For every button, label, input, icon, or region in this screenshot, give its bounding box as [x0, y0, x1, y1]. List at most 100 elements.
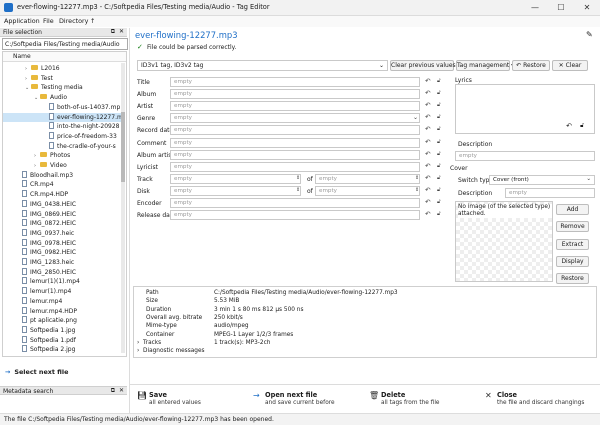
restore-icon[interactable]: ↶ [566, 122, 572, 130]
tree-item[interactable]: lemur(1)(1).mp4 [3, 277, 121, 286]
tree-item[interactable]: into-the-night-20928 [3, 122, 121, 131]
tree-item[interactable]: Softpedia 1.pdf [3, 335, 121, 345]
cover-display-button[interactable]: Display [556, 255, 589, 267]
tree-item[interactable]: ⌄ Audio [3, 93, 121, 102]
cover-restore-button[interactable]: Restore [556, 273, 589, 285]
lyricist-input[interactable]: empty [170, 161, 420, 172]
restore-icon[interactable]: ↶ [425, 150, 430, 158]
chevron-right-icon[interactable]: › [137, 340, 139, 346]
cover-extract-button[interactable]: Extract [556, 238, 589, 250]
file-tree[interactable]: Name › L2016 › Test ⌄ Testing media ⌄ Audio both… [2, 51, 127, 357]
lock-icon[interactable]: 🔓︎ [437, 211, 441, 218]
menu-application[interactable]: Application [4, 17, 40, 25]
edit-pencil-icon[interactable]: ✎ [586, 30, 593, 39]
record-date-input[interactable]: empty [170, 125, 420, 136]
tree-item[interactable]: › L2016 [3, 64, 121, 73]
restore-icon[interactable]: ↶ [425, 138, 430, 146]
column-header-name[interactable]: Name [3, 52, 126, 62]
release-date-input[interactable]: empty [170, 210, 420, 221]
lock-icon[interactable]: 🔓︎ [437, 175, 441, 182]
tree-item[interactable]: ⌄ Testing media [3, 83, 121, 92]
track-spin-icon[interactable]: ⇕ [296, 175, 300, 181]
cover-description-input[interactable]: empty [505, 188, 595, 198]
lock-icon[interactable]: 🔓︎ [437, 187, 441, 194]
comment-input[interactable]: empty [170, 137, 420, 148]
restore-button[interactable]: ↶ Restore [512, 60, 550, 71]
lock-icon[interactable]: 🔓︎ [437, 126, 441, 133]
restore-icon[interactable]: ↶ [425, 186, 430, 194]
track-input[interactable]: empty [170, 173, 301, 184]
panel-divider[interactable] [129, 28, 130, 413]
lyrics-input[interactable]: ↶ 🔓︎ [455, 84, 595, 134]
close-panel-icon[interactable]: ✕ [119, 28, 124, 35]
lock-icon[interactable]: 🔓︎ [437, 139, 441, 146]
tree-item[interactable]: IMG_1283.heic [3, 258, 121, 267]
tree-item[interactable]: › Video [3, 161, 121, 170]
tree-item[interactable]: price-of-freedom-33 [3, 131, 121, 141]
tree-item[interactable]: Bloodhail.mp3 [3, 170, 121, 180]
chevron-down-icon[interactable]: ⌄ [413, 114, 418, 121]
tree-item[interactable]: both-of-us-14037.mp [3, 102, 121, 112]
tree-item[interactable]: CR.mp4.HDP [3, 190, 121, 199]
disk-input[interactable]: empty [170, 185, 301, 196]
tree-item[interactable]: IMG_0937.heic [3, 228, 121, 238]
float-panel-icon[interactable]: ⧉ [111, 28, 115, 36]
delete-action[interactable]: 🗑︎ Delete all tags from the file [369, 391, 479, 409]
tree-item[interactable]: › Test [3, 74, 121, 83]
file-info-panel[interactable]: Path C:/Softpedia Files/Testing media/Aud… [133, 286, 597, 358]
lock-icon[interactable]: 🔓︎ [437, 114, 441, 121]
cover-add-button[interactable]: Add [556, 204, 589, 215]
tree-item[interactable]: IMG_0982.HEIC [3, 248, 121, 257]
tree-item[interactable]: lemur.mp4.HDP [3, 306, 121, 316]
tag-select[interactable]: ID3v1 tag, ID3v2 tag ⌄ [137, 60, 388, 71]
album-input[interactable]: empty [170, 89, 420, 100]
restore-icon[interactable]: ↶ [425, 210, 430, 218]
tree-item[interactable]: lemur.mp4 [3, 296, 121, 306]
lyrics-description-input[interactable]: empty [455, 151, 595, 161]
tree-item[interactable]: IMG_0869.HEIC [3, 209, 121, 219]
genre-input[interactable]: empty [170, 113, 420, 124]
tree-item[interactable]: › Photos [3, 151, 121, 160]
clear-button[interactable]: ✕ Clear [552, 60, 588, 71]
restore-icon[interactable]: ↶ [425, 101, 430, 109]
tree-item[interactable]: IMG_0978.HEIC [3, 238, 121, 248]
close-panel-icon[interactable]: ✕ [119, 387, 124, 394]
info-key[interactable]: Diagnostic messages [143, 348, 205, 354]
cover-type-select[interactable]: Cover (front) ⌄ [489, 175, 595, 185]
select-next-file-button[interactable]: → Select next file [5, 368, 68, 376]
tree-item[interactable]: IMG_2850.HEIC [3, 267, 121, 277]
tree-item[interactable]: IMG_0872.HEIC [3, 219, 121, 228]
tree-item[interactable]: Softpedia 1.jpg [3, 325, 121, 335]
menu-file[interactable]: File [43, 17, 54, 25]
lock-icon[interactable]: 🔓︎ [437, 78, 441, 85]
tree-item[interactable]: Softpedia 2.jpg [3, 345, 121, 354]
track-total-spin-icon[interactable]: ⇕ [415, 175, 419, 181]
tree-item[interactable]: ever-flowing-12277.m [3, 112, 123, 122]
lock-icon[interactable]: 🔓︎ [580, 122, 584, 130]
restore-icon[interactable]: ↶ [425, 77, 430, 85]
restore-icon[interactable]: ↶ [425, 198, 430, 206]
menu-directory[interactable]: Directory [59, 17, 88, 25]
tree-item[interactable]: the-cradle-of-your-s [3, 141, 121, 151]
disk-total-spin-icon[interactable]: ⇕ [415, 187, 419, 193]
restore-icon[interactable]: ↶ [425, 113, 430, 121]
tree-scrollbar[interactable] [121, 63, 125, 353]
directory-path-input[interactable]: C:/Softpedia Files/Testing media/Audio [2, 38, 128, 50]
parent-directory-icon[interactable]: ↑ [90, 17, 95, 25]
restore-icon[interactable]: ↶ [425, 89, 430, 97]
tree-item[interactable]: CR.mp4 [3, 180, 121, 189]
cover-remove-button[interactable]: Remove [556, 221, 589, 233]
float-panel-icon[interactable]: ⧉ [111, 387, 115, 395]
chevron-right-icon[interactable]: › [137, 348, 139, 354]
track-total-input[interactable]: empty [315, 173, 420, 184]
lock-icon[interactable]: 🔓︎ [437, 199, 441, 206]
tree-scroll-thumb[interactable] [121, 112, 125, 182]
tree-item[interactable]: pt aplicatie.png [3, 316, 121, 325]
open-next-file-action[interactable]: → Open next file and save current before [253, 391, 363, 409]
disk-total-input[interactable]: empty [315, 185, 420, 196]
maximize-button[interactable]: ☐ [548, 0, 574, 16]
close-action[interactable]: ✕ Close the file and discard changings [485, 391, 595, 409]
lock-icon[interactable]: 🔓︎ [437, 102, 441, 109]
album-artist-input[interactable]: empty [170, 149, 420, 160]
minimize-button[interactable]: — [522, 0, 548, 16]
